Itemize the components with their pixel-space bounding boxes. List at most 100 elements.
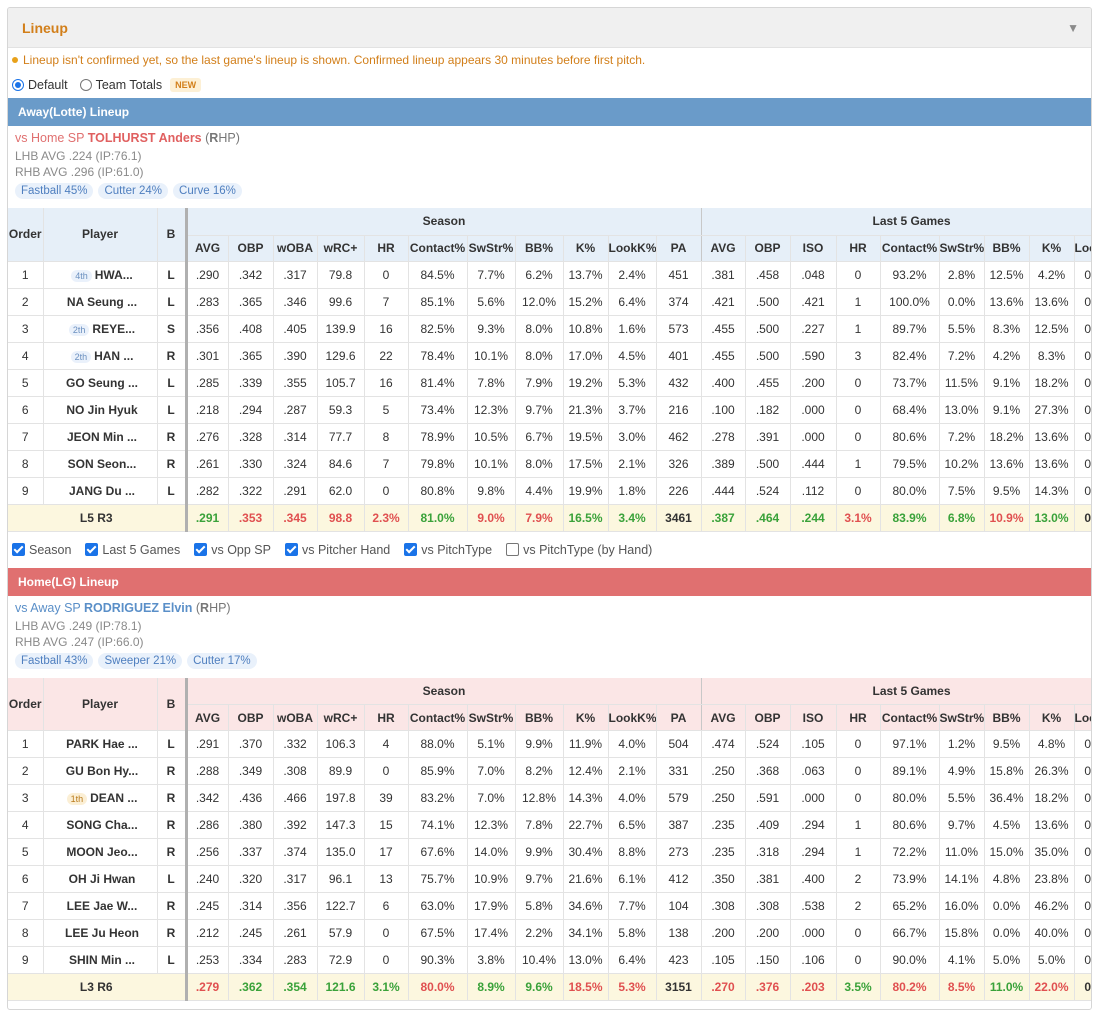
player-name[interactable]: HAN ...: [94, 349, 133, 363]
cell-player[interactable]: GU Bon Hy...: [43, 757, 158, 785]
player-name[interactable]: PARK Hae ...: [66, 737, 138, 751]
check-vs-pitchtype-box[interactable]: [404, 543, 418, 556]
col-last5-stat[interactable]: HR: [836, 704, 881, 731]
cell-player[interactable]: OH Ji Hwan: [43, 865, 158, 893]
col-season-stat[interactable]: wRC+: [317, 704, 365, 731]
col-last5-stat[interactable]: ISO: [790, 235, 837, 262]
away-sp-name[interactable]: TOLHURST Anders: [88, 131, 202, 145]
check-vs-opp-sp[interactable]: vs Opp SP: [194, 543, 271, 557]
col-last5-stat[interactable]: K%: [1029, 704, 1075, 731]
cell-player[interactable]: GO Seung ...: [43, 369, 158, 397]
col-last5-stat[interactable]: K%: [1029, 235, 1075, 262]
col-season-stat[interactable]: BB%: [515, 235, 564, 262]
radio-team-totals-control[interactable]: [79, 79, 92, 91]
col-season-stat[interactable]: BB%: [515, 704, 564, 731]
cell-player[interactable]: SHIN Min ...: [43, 946, 158, 974]
col-last5-stat[interactable]: AVG: [701, 235, 746, 262]
col-season-stat[interactable]: OBP: [228, 235, 274, 262]
check-vs-pitchtype-hand-box[interactable]: [506, 543, 520, 556]
col-last5-stat[interactable]: OBP: [745, 235, 791, 262]
col-season-stat[interactable]: AVG: [186, 704, 229, 731]
check-vs-opp-sp-box[interactable]: [194, 543, 208, 556]
radio-team-totals[interactable]: Team Totals: [79, 78, 162, 92]
check-vs-pitcher-hand[interactable]: vs Pitcher Hand: [284, 543, 390, 557]
col-season-stat[interactable]: PA: [656, 704, 702, 731]
player-name[interactable]: OH Ji Hwan: [69, 872, 136, 886]
check-season[interactable]: Season: [12, 543, 71, 557]
col-season-stat[interactable]: HR: [364, 704, 409, 731]
cell-player[interactable]: PARK Hae ...: [43, 730, 158, 758]
player-name[interactable]: NO Jin Hyuk: [66, 403, 137, 417]
col-last5-stat[interactable]: Contact%: [880, 235, 940, 262]
col-season-stat[interactable]: K%: [563, 704, 609, 731]
check-last5-box[interactable]: [85, 543, 99, 556]
check-vs-pitchtype-hand[interactable]: vs PitchType (by Hand): [506, 543, 652, 557]
player-name[interactable]: LEE Jae W...: [67, 899, 138, 913]
player-name[interactable]: HWA...: [95, 268, 133, 282]
col-season-stat[interactable]: Contact%: [408, 704, 468, 731]
col-last5-stat[interactable]: BB%: [984, 235, 1030, 262]
col-player[interactable]: Player: [43, 677, 158, 731]
cell-player[interactable]: MOON Jeo...: [43, 838, 158, 866]
col-last5-stat[interactable]: AVG: [701, 704, 746, 731]
col-season-stat[interactable]: LookK%: [608, 235, 657, 262]
col-last5-stat[interactable]: SwStr%: [939, 704, 985, 731]
radio-default[interactable]: Default: [12, 78, 68, 92]
radio-default-control[interactable]: [12, 79, 24, 91]
player-name[interactable]: SON Seon...: [68, 457, 137, 471]
player-name[interactable]: DEAN ...: [90, 791, 137, 805]
cell-player[interactable]: SON Seon...: [43, 450, 158, 478]
home-sp-name[interactable]: RODRIGUEZ Elvin: [84, 601, 192, 615]
col-last5-stat[interactable]: LookK%: [1074, 235, 1091, 262]
player-name[interactable]: GU Bon Hy...: [66, 764, 138, 778]
player-name[interactable]: MOON Jeo...: [66, 845, 137, 859]
col-order[interactable]: Order: [8, 677, 44, 731]
cell-player[interactable]: 2th HAN ...: [43, 342, 158, 370]
col-last5-stat[interactable]: SwStr%: [939, 235, 985, 262]
col-season-stat[interactable]: SwStr%: [467, 235, 516, 262]
col-last5-stat[interactable]: LookK%: [1074, 704, 1091, 731]
player-name[interactable]: LEE Ju Heon: [65, 926, 139, 940]
cell-player[interactable]: SONG Cha...: [43, 811, 158, 839]
lineup-panel-header[interactable]: Lineup ▼: [8, 8, 1091, 48]
col-player[interactable]: Player: [43, 208, 158, 262]
cell-player[interactable]: NA Seung ...: [43, 288, 158, 316]
col-last5-stat[interactable]: ISO: [790, 704, 837, 731]
col-last5-stat[interactable]: HR: [836, 235, 881, 262]
col-bat[interactable]: B: [157, 677, 188, 731]
collapse-chevron-icon[interactable]: ▼: [1067, 21, 1079, 35]
check-vs-pitchtype[interactable]: vs PitchType: [404, 543, 492, 557]
check-vs-pitcher-hand-box[interactable]: [284, 543, 298, 556]
cell-player[interactable]: JANG Du ...: [43, 477, 158, 505]
player-name[interactable]: JANG Du ...: [69, 484, 135, 498]
col-season-stat[interactable]: SwStr%: [467, 704, 516, 731]
col-last5-stat[interactable]: BB%: [984, 704, 1030, 731]
player-name[interactable]: JEON Min ...: [67, 430, 137, 444]
player-name[interactable]: SHIN Min ...: [69, 953, 135, 967]
col-season-stat[interactable]: AVG: [186, 235, 229, 262]
player-name[interactable]: SONG Cha...: [66, 818, 137, 832]
cell-player[interactable]: LEE Ju Heon: [43, 919, 158, 947]
player-name[interactable]: GO Seung ...: [66, 376, 138, 390]
player-name[interactable]: REYE...: [92, 322, 135, 336]
col-season-stat[interactable]: PA: [656, 235, 702, 262]
cell-player[interactable]: 4th HWA...: [43, 261, 158, 289]
cell-player[interactable]: NO Jin Hyuk: [43, 396, 158, 424]
cell-player[interactable]: 1th DEAN ...: [43, 784, 158, 812]
player-name[interactable]: NA Seung ...: [67, 295, 137, 309]
col-season-stat[interactable]: LookK%: [608, 704, 657, 731]
col-season-stat[interactable]: wRC+: [317, 235, 365, 262]
col-season-stat[interactable]: OBP: [228, 704, 274, 731]
col-last5-stat[interactable]: Contact%: [880, 704, 940, 731]
col-order[interactable]: Order: [8, 208, 44, 262]
col-bat[interactable]: B: [157, 208, 188, 262]
cell-player[interactable]: LEE Jae W...: [43, 892, 158, 920]
col-season-stat[interactable]: Contact%: [408, 235, 468, 262]
col-season-stat[interactable]: wOBA: [273, 235, 318, 262]
col-season-stat[interactable]: K%: [563, 235, 609, 262]
cell-player[interactable]: 2th REYE...: [43, 315, 158, 343]
col-last5-stat[interactable]: OBP: [745, 704, 791, 731]
col-season-stat[interactable]: HR: [364, 235, 409, 262]
check-last5[interactable]: Last 5 Games: [85, 543, 180, 557]
check-season-box[interactable]: [12, 543, 25, 556]
